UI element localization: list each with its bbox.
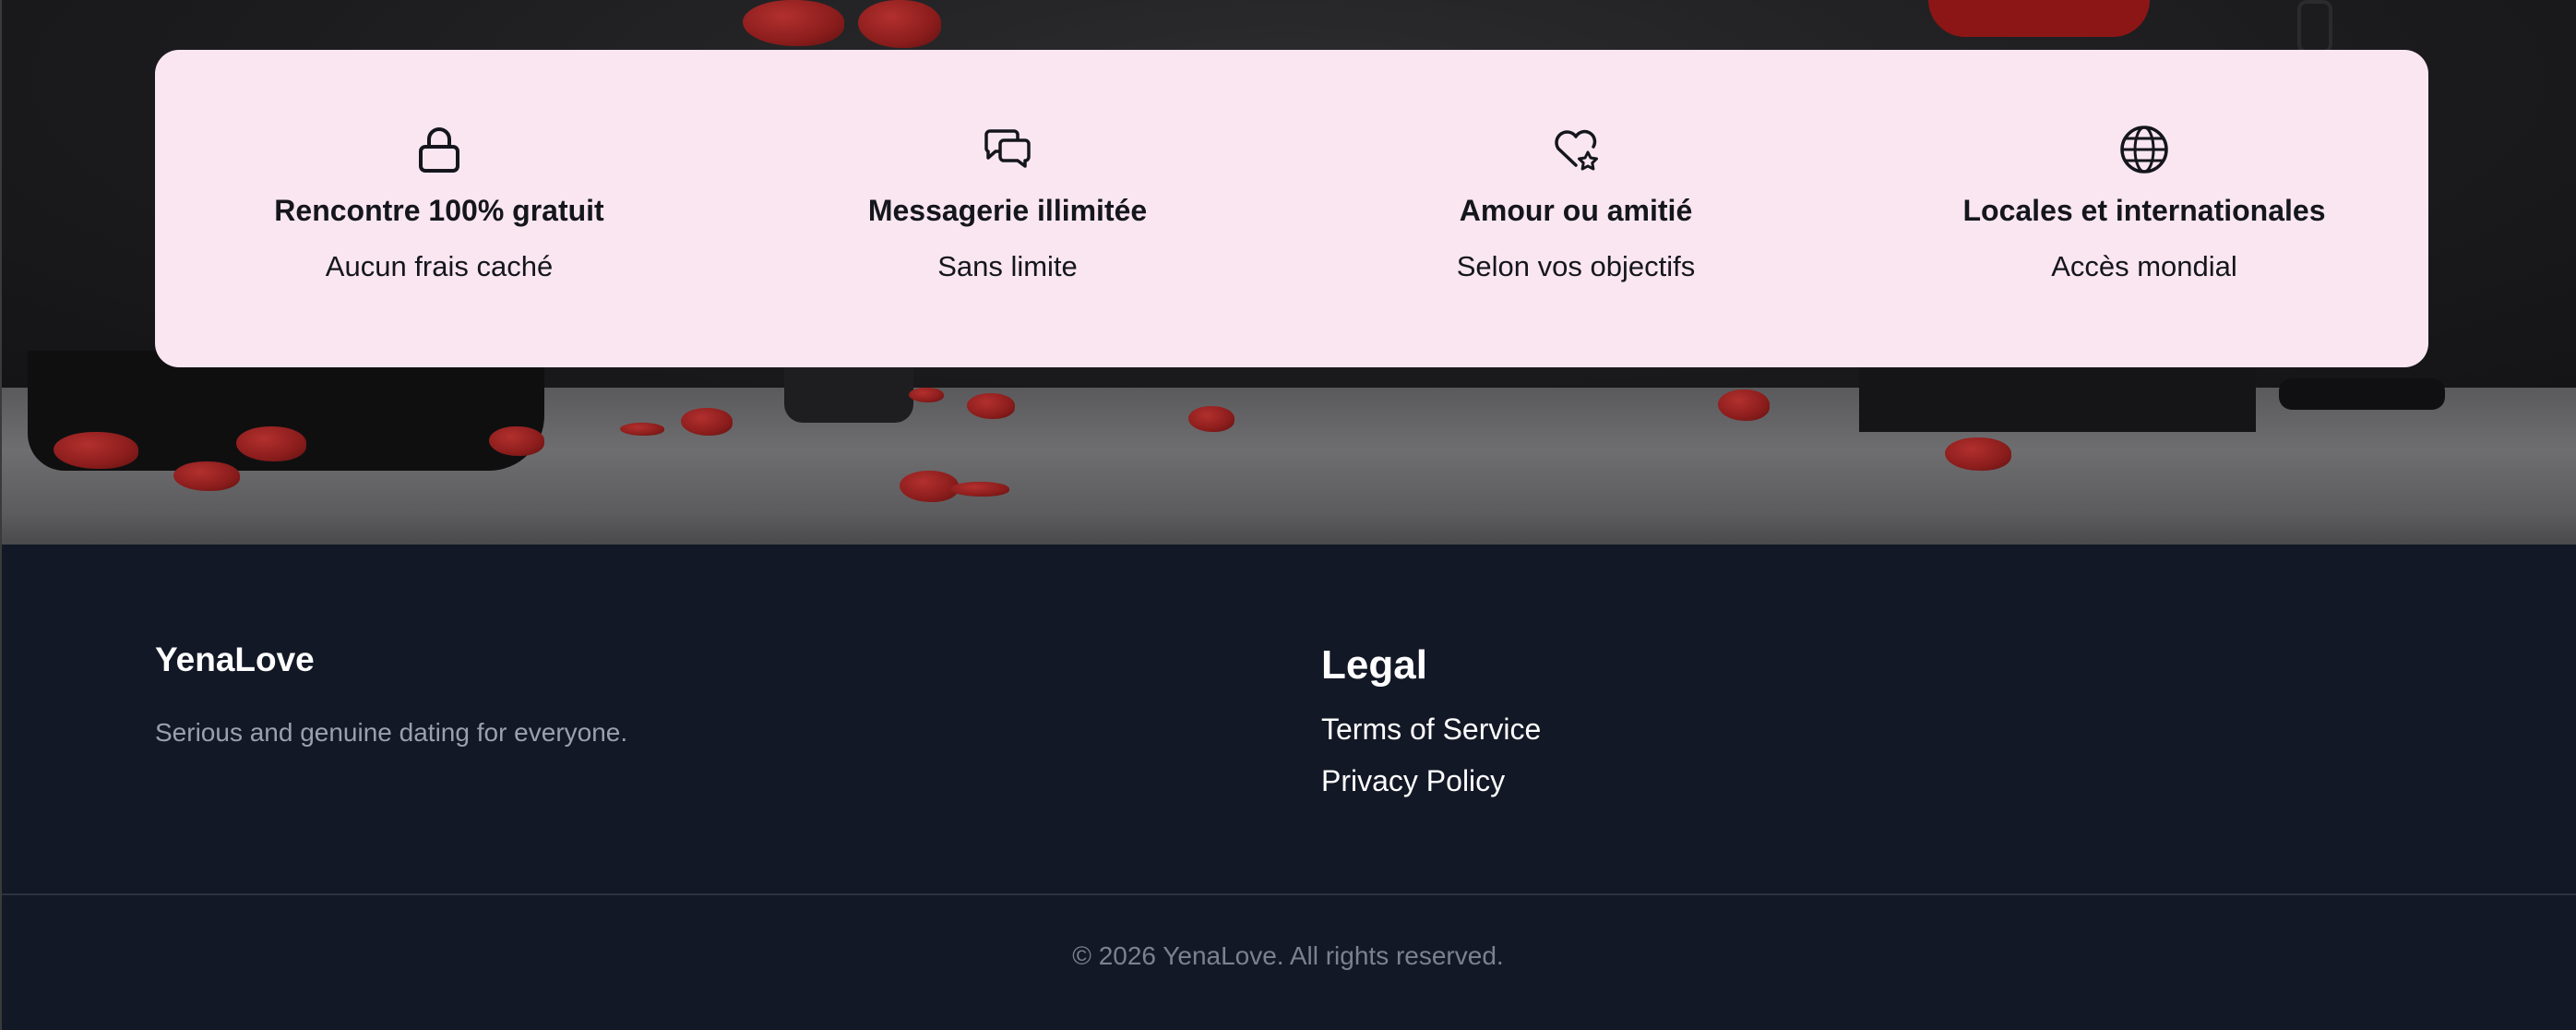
page-left-border (0, 0, 2, 1030)
feature-description: Aucun frais caché (325, 250, 554, 282)
hero-petal (54, 432, 138, 469)
page: Rencontre 100% gratuit Aucun frais caché… (0, 0, 2576, 1030)
feature-local-international: Locales et internationales Accès mondial (1860, 50, 2428, 367)
feature-description: Sans limite (937, 250, 1078, 282)
hero-petal (967, 393, 1015, 419)
features-card: Rencontre 100% gratuit Aucun frais caché… (155, 50, 2428, 367)
feature-free-dating: Rencontre 100% gratuit Aucun frais caché (155, 50, 723, 367)
chat-bubbles-icon (984, 129, 1031, 168)
legal-heading: Legal (1321, 642, 1427, 688)
hero-rose (858, 0, 941, 48)
footer-divider (0, 893, 2576, 895)
hero-petal (1188, 406, 1234, 432)
feature-title: Messagerie illimitée (867, 194, 1148, 227)
hero-petal (950, 482, 1009, 497)
hero-dark-object (2297, 0, 2332, 54)
heart-star-icon (1555, 129, 1598, 171)
hero-petal (1945, 437, 2011, 471)
feature-description: Accès mondial (2051, 250, 2237, 282)
hero-heart (1928, 0, 2150, 37)
hero-petal (681, 408, 733, 436)
hero-dark-object (2279, 378, 2445, 410)
hero-petal (620, 423, 664, 436)
hero-petal (489, 426, 544, 456)
globe-icon (2120, 126, 2168, 174)
footer-brand[interactable]: YenaLove (155, 641, 315, 679)
hero-petal (1718, 389, 1770, 421)
feature-title: Amour ou amitié (1459, 194, 1693, 227)
hero-rose (743, 0, 844, 46)
lock-icon (419, 127, 459, 173)
hero-petal (173, 461, 240, 491)
footer-tagline: Serious and genuine dating for everyone. (155, 718, 628, 747)
hero-dark-object (784, 367, 913, 423)
feature-unlimited-messaging: Messagerie illimitée Sans limite (723, 50, 1292, 367)
feature-love-or-friendship: Amour ou amitié Selon vos objectifs (1292, 50, 1860, 367)
feature-description: Selon vos objectifs (1456, 250, 1696, 282)
hero-petal (900, 471, 959, 502)
feature-title: Rencontre 100% gratuit (274, 194, 604, 227)
feature-title: Locales et internationales (1962, 194, 2326, 227)
hero-petal (236, 426, 306, 461)
terms-of-service-link[interactable]: Terms of Service (1321, 713, 1541, 747)
hero-dark-object (1859, 367, 2256, 432)
hero-petal (909, 388, 944, 402)
footer: YenaLove Serious and genuine dating for … (0, 545, 2576, 1030)
copyright-text: © 2026 YenaLove. All rights reserved. (1072, 941, 1504, 970)
privacy-policy-link[interactable]: Privacy Policy (1321, 764, 1505, 798)
